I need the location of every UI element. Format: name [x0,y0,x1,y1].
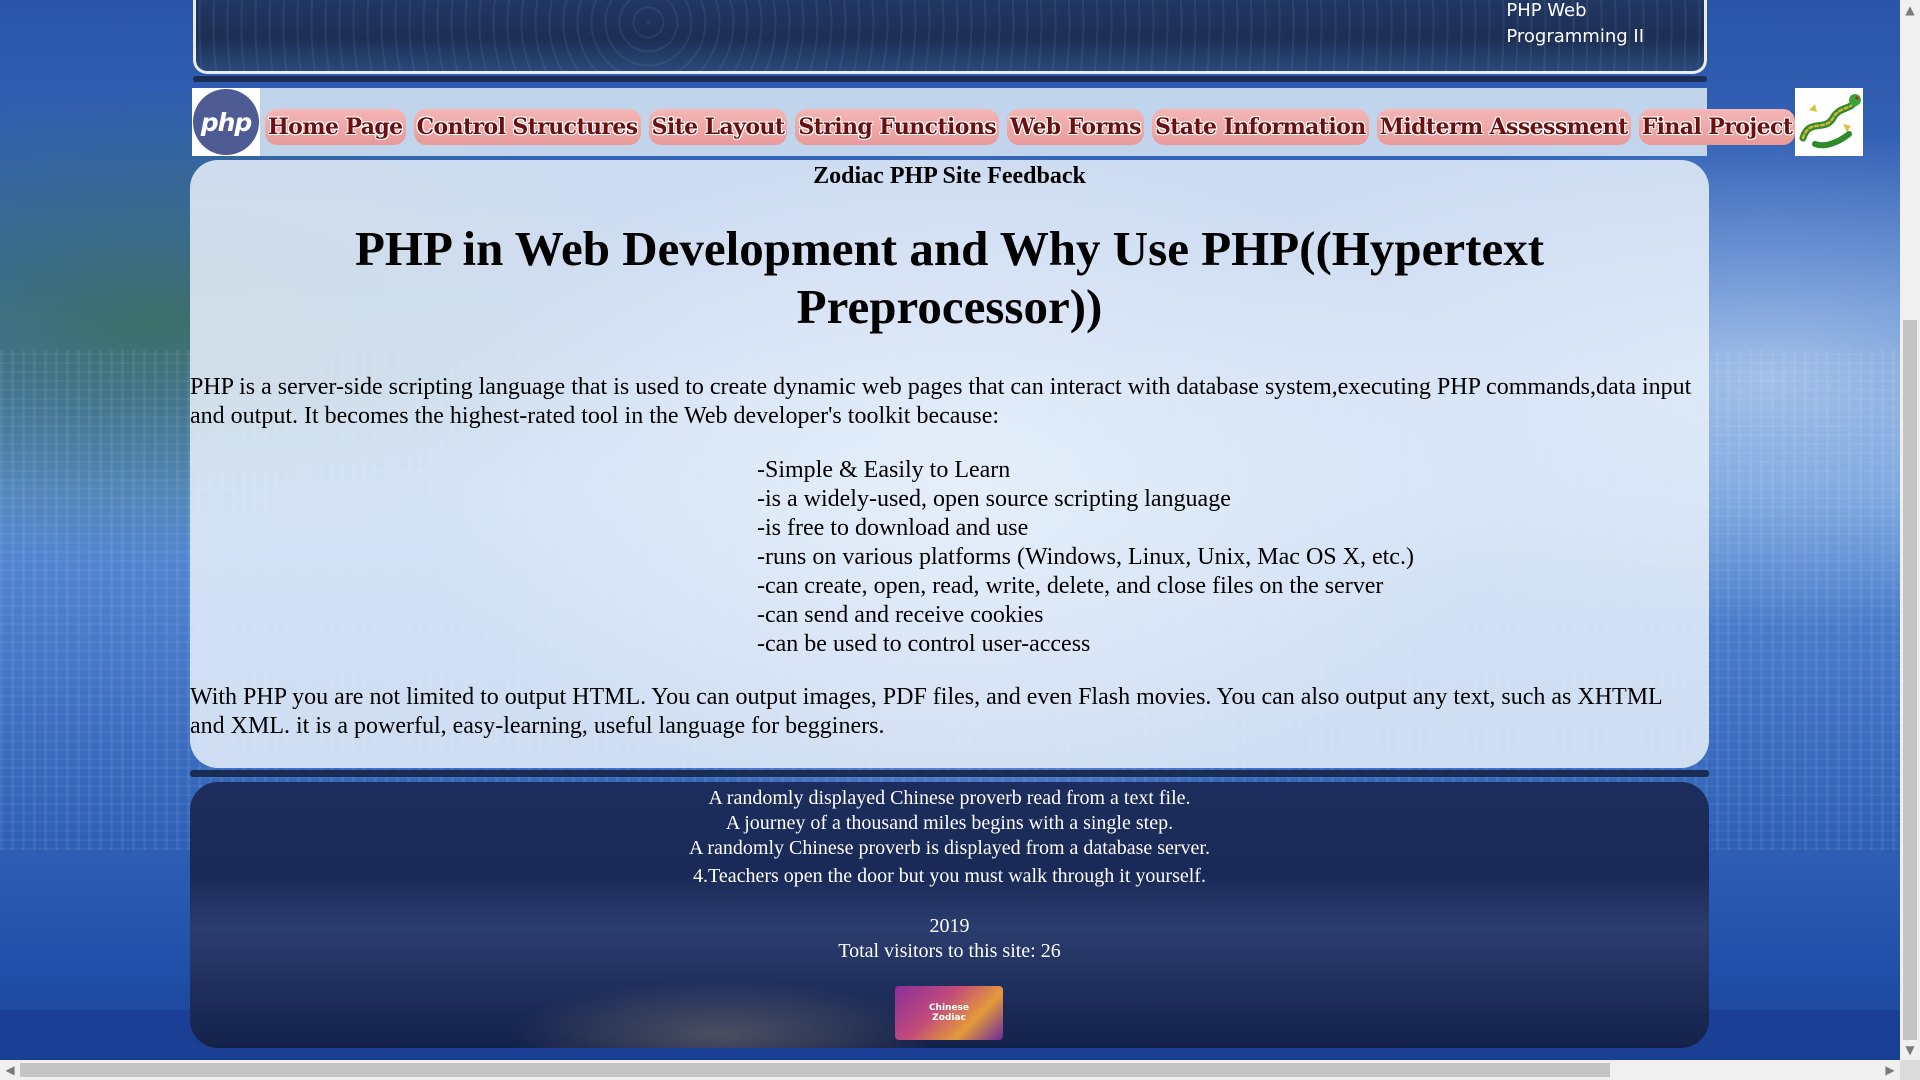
php-logo-text: php [193,89,259,155]
horizontal-scroll-thumb[interactable] [20,1063,1610,1077]
page-title: PHP in Web Development and Why Use PHP((… [354,221,1545,334]
nav-midterm-assessment[interactable]: Midterm Assessment [1376,109,1631,145]
banner-caption-line1: PHP Web [1506,0,1587,21]
main-content-panel: Zodiac PHP Site Feedback PHP in Web Deve… [190,160,1709,768]
list-item: -can send and receive cookies [757,602,1044,628]
scrollbar-corner [1900,1060,1920,1080]
list-item: -can be used to control user-access [757,631,1091,657]
horizontal-scrollbar[interactable]: ◀ ▶ [0,1060,1900,1080]
proverb-db-caption: A randomly Chinese proverb is displayed … [689,837,1210,859]
nav-home-page[interactable]: Home Page [265,109,406,145]
scroll-left-icon[interactable]: ◀ [0,1060,20,1080]
list-item: -is a widely-used, open source scripting… [757,486,1231,512]
proverb-file-text: A journey of a thousand miles begins wit… [725,812,1174,834]
nav-control-structures[interactable]: Control Structures [413,109,641,145]
list-item: -runs on various platforms (Windows, Lin… [757,544,1414,570]
dragon-icon[interactable] [1795,88,1864,156]
nav-web-forms[interactable]: Web Forms [1007,109,1144,145]
badge-line2: Zodiac [932,1013,966,1023]
site-feedback-link[interactable]: Zodiac PHP Site Feedback [190,160,1709,192]
php-logo-icon[interactable]: php [192,88,260,156]
reasons-list: -Simple & Easily to Learn -is a widely-u… [757,456,1414,659]
vertical-scroll-thumb[interactable] [1903,320,1917,1040]
list-item: -can create, open, read, write, delete, … [757,573,1384,599]
nav-final-project[interactable]: Final Project [1638,109,1796,145]
nav-string-functions[interactable]: String Functions [795,109,1000,145]
proverb-file-caption: A randomly displayed Chinese proverb rea… [708,787,1191,809]
scroll-right-icon[interactable]: ▶ [1880,1060,1900,1080]
list-item: -is free to download and use [757,515,1029,541]
outro-paragraph: With PHP you are not limited to output H… [190,684,1662,739]
list-item: -Simple & Easily to Learn [757,457,1011,483]
chinese-zodiac-badge[interactable]: Chinese Zodiac [895,986,1003,1040]
intro-paragraph: PHP is a server-side scripting language … [190,374,1692,429]
banner-caption: PHP Web Programming II [1506,0,1644,50]
proverb-db-text: 4.Teachers open the door but you must wa… [693,865,1206,887]
nav-state-information[interactable]: State Information [1151,109,1369,145]
main-nav: php Home Page Control Structures Site La… [192,88,1864,156]
vertical-scrollbar[interactable]: ▲ ▼ [1900,0,1920,1060]
nav-site-layout[interactable]: Site Layout [648,109,788,145]
scroll-down-icon[interactable]: ▼ [1900,1040,1920,1060]
badge-line1: Chinese [928,1003,970,1013]
scroll-up-icon[interactable]: ▲ [1900,0,1920,20]
content-divider [190,770,1709,777]
banner-caption-line2: Programming II [1506,26,1644,47]
banner-underline [193,76,1707,82]
visitor-counter: Total visitors to this site: 26 [838,940,1061,962]
nav-items: Home Page Control Structures Site Layout… [260,99,1796,145]
footer: A randomly displayed Chinese proverb rea… [190,782,1709,1048]
header-banner: PHP Web Programming II [193,0,1707,74]
copyright-year: 2019 [929,915,970,937]
